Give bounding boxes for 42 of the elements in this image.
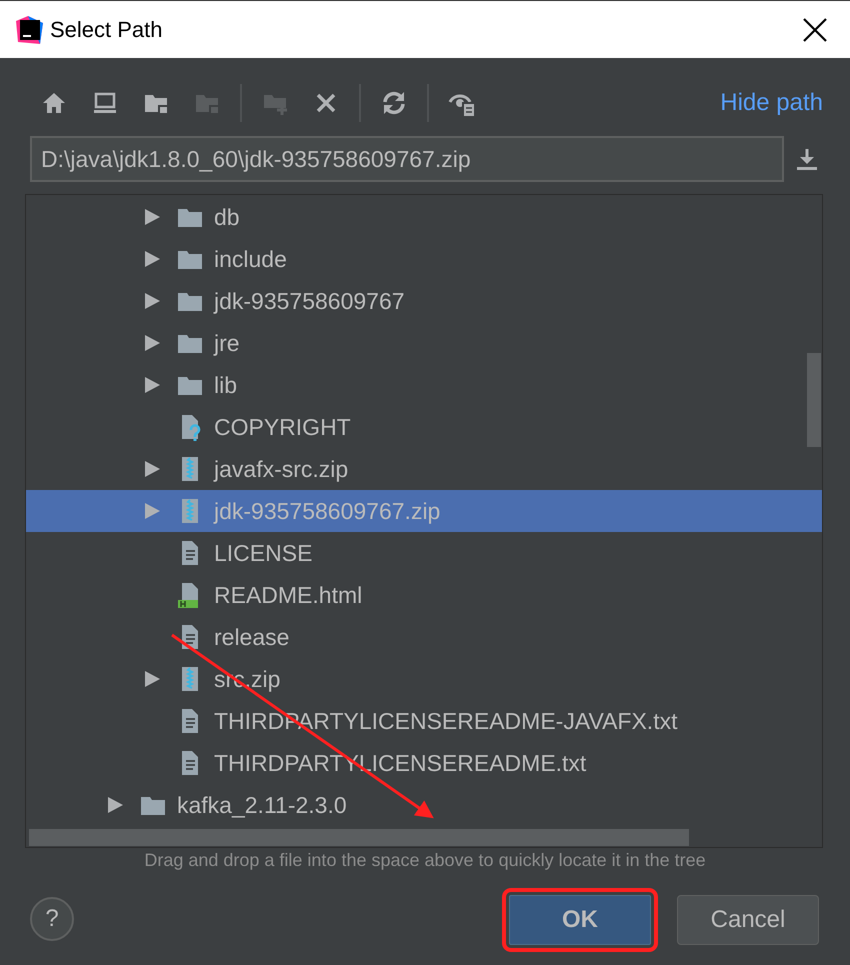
tree-item-label: COPYRIGHT: [214, 414, 351, 440]
tree-row[interactable]: include: [26, 238, 822, 280]
tree-item-label: include: [214, 246, 287, 272]
tree-row[interactable]: COPYRIGHT: [26, 406, 822, 448]
tree-item-label: LICENSE: [214, 540, 312, 566]
tree-row[interactable]: javafx-src.zip: [26, 448, 822, 490]
cancel-button[interactable]: Cancel: [677, 895, 819, 945]
tree-item-label: jdk-935758609767: [214, 288, 405, 314]
tree-row[interactable]: jre: [26, 322, 822, 364]
download-icon[interactable]: [794, 146, 820, 172]
tree-item-label: jdk-935758609767.zip: [214, 498, 440, 524]
expand-arrow-icon[interactable]: [143, 292, 161, 310]
tree-item-label: jre: [214, 330, 240, 356]
tree-row[interactable]: LICENSE: [26, 532, 822, 574]
horizontal-scrollbar[interactable]: [29, 829, 689, 846]
expand-arrow-icon[interactable]: [143, 376, 161, 394]
expand-arrow-icon[interactable]: [143, 334, 161, 352]
path-field[interactable]: D:\java\jdk1.8.0_60\jdk-935758609767.zip: [30, 136, 784, 182]
hint-text: Drag and drop a file into the space above to quickly locate it in the tree: [143, 850, 707, 871]
app-logo-icon: [14, 14, 44, 44]
hide-path-link[interactable]: Hide path: [720, 89, 823, 117]
close-icon[interactable]: [802, 16, 828, 42]
expand-arrow-icon[interactable]: [106, 796, 124, 814]
tree-item-label: lib: [214, 372, 238, 398]
tree-item-label: kafka_2.11-2.3.0: [177, 792, 347, 818]
tree-item-label: db: [214, 204, 240, 230]
help-button[interactable]: ?: [30, 897, 74, 941]
expand-arrow-icon[interactable]: [143, 670, 161, 688]
tree-item-label: javafx-src.zip: [214, 456, 348, 482]
expand-arrow-icon[interactable]: [143, 250, 161, 268]
tree-row[interactable]: README.html: [26, 574, 822, 616]
expand-arrow-icon[interactable]: [143, 460, 161, 478]
tree-row[interactable]: lib: [26, 364, 822, 406]
tree-row[interactable]: db: [26, 196, 822, 238]
expand-arrow-icon[interactable]: [143, 208, 161, 226]
tree-item-label: README.html: [214, 582, 362, 608]
tree-row[interactable]: kafka_2.11-2.3.0: [26, 784, 822, 826]
tree-row[interactable]: jdk-935758609767: [26, 280, 822, 322]
tree-row[interactable]: release: [26, 616, 822, 658]
tree-item-label: release: [214, 624, 290, 650]
window-title: Select Path: [50, 16, 164, 42]
vertical-scrollbar[interactable]: [807, 353, 821, 447]
